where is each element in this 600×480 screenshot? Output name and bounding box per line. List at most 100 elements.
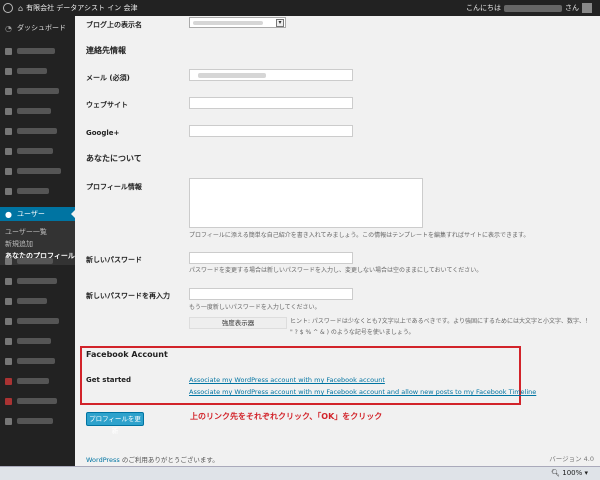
sidebar-item-label: ダッシュボード [16,24,66,32]
admin-bar: ⌂ 有限会社 データアシスト イン 会津 こんにちは さん [0,0,600,16]
site-name-link[interactable]: 有限会社 データアシスト イン 会津 [26,3,137,13]
submenu-add-new[interactable]: 新規追加 [5,239,33,249]
zoom-control[interactable]: 🔍︎ 100% ▾ [551,469,588,477]
redacted-label [17,278,57,284]
menu-icon [5,417,12,425]
bio-textarea[interactable] [189,178,423,228]
redacted-label [17,88,59,94]
zoom-level: 100% [562,469,583,477]
howdy-text: こんにちは [466,4,501,12]
password-hint-line1: ヒント: パスワードは少なくとも7文字以上であるべきです。より強固にするためには… [290,318,592,325]
facebook-associate-timeline-link[interactable]: Associate my WordPress account with my F… [189,388,536,396]
sidebar-item-redacted[interactable] [0,274,75,288]
sidebar-item-redacted[interactable] [0,164,75,178]
googleplus-field[interactable] [189,125,353,137]
facebook-account-title: Facebook Account [86,350,168,359]
menu-icon [5,277,12,285]
redacted-label [17,338,51,344]
facebook-associate-link[interactable]: Associate my WordPress account with my F… [189,376,385,384]
repeat-password-label: 新しいパスワードを再入力 [86,292,170,300]
display-name-select[interactable]: ▾ [189,17,286,28]
sidebar-item-redacted[interactable] [0,254,75,268]
password-hint-line2: " ? $ % ^ & ) のような記号を使いましょう。 [290,329,415,336]
howdy-suffix: さん [565,4,579,12]
email-field[interactable] [189,69,353,81]
submenu-all-users[interactable]: ユーザー一覧 [5,227,47,237]
menu-icon [5,397,12,405]
menu-icon [5,257,12,265]
instruction-annotation: 上のリンク先をそれぞれクリック、「OK」をクリック [190,412,383,421]
admin-sidebar: ◔ ダッシュボード ● ユーザー ユーザー一覧 新規追加 あなたのプロフィール [0,16,75,466]
display-name-label: ブログ上の表示名 [86,21,142,29]
browser-status-bar: 🔍︎ 100% ▾ [0,466,600,480]
redacted-label [17,188,49,194]
sidebar-item-redacted[interactable] [0,314,75,328]
sidebar-item-users[interactable]: ● ユーザー [0,207,75,221]
sidebar-item-redacted[interactable] [0,294,75,308]
chevron-down-icon: ▾ [276,19,284,27]
email-label: メール (必須) [86,74,130,82]
menu-icon [5,147,12,155]
sidebar-item-redacted[interactable] [0,124,75,138]
sidebar-item-redacted[interactable] [0,354,75,368]
about-title: あなたについて [86,154,142,163]
menu-icon [5,87,12,95]
sidebar-item-redacted[interactable] [0,104,75,118]
sidebar-item-redacted[interactable] [0,184,75,198]
googleplus-label: Google+ [86,129,120,137]
redacted-label [17,108,51,114]
sidebar-item-redacted[interactable] [0,84,75,98]
version-text: バージョン 4.0 [549,455,594,463]
menu-icon [5,187,12,195]
wordpress-link[interactable]: WordPress [86,456,120,464]
redacted-label [17,298,47,304]
menu-icon [5,357,12,365]
footer-credit: WordPress のご利用ありがとうございます。 [86,454,219,464]
sidebar-item-redacted[interactable] [0,334,75,348]
menu-icon [5,317,12,325]
menu-icon [5,337,12,345]
redacted-label [17,378,49,384]
website-field[interactable] [189,97,353,109]
redacted-label [17,418,53,424]
sidebar-item-redacted[interactable] [0,414,75,428]
sidebar-item-dashboard[interactable]: ◔ ダッシュボード [0,21,75,35]
repeat-password-field[interactable] [189,288,353,300]
update-profile-button[interactable]: プロフィールを更新 [86,412,144,435]
redacted-label [17,128,57,134]
user-icon: ● [5,209,12,219]
account-menu[interactable]: こんにちは さん [466,0,592,16]
menu-icon [5,167,12,175]
sidebar-item-redacted[interactable] [0,64,75,78]
dashboard-icon: ◔ [5,23,12,33]
wordpress-logo-icon[interactable] [0,0,16,16]
redacted-label [17,318,59,324]
sidebar-item-redacted[interactable] [0,374,75,388]
menu-icon [5,107,12,115]
redacted-label [17,48,55,54]
avatar[interactable] [582,3,592,13]
menu-icon [5,377,12,385]
zoom-icon: 🔍︎ [551,469,560,477]
email-redacted [198,73,266,78]
sidebar-item-redacted[interactable] [0,394,75,408]
bio-label: プロフィール情報 [86,183,142,191]
sidebar-item-redacted[interactable] [0,144,75,158]
contact-info-title: 連絡先情報 [86,46,126,55]
new-password-field[interactable] [189,252,353,264]
sidebar-item-label: ユーザー [16,210,45,218]
sidebar-item-redacted[interactable] [0,44,75,58]
profile-content: ブログ上の表示名 ▾ 連絡先情報 メール (必須) ウェブサイト Google+… [75,16,600,466]
display-name-redacted [193,21,263,25]
menu-icon [5,127,12,135]
redacted-label [17,168,61,174]
home-icon[interactable]: ⌂ [18,4,23,13]
footer-thanks: のご利用ありがとうございます。 [119,456,219,464]
website-label: ウェブサイト [86,101,128,109]
new-password-description: パスワードを変更する場合は新しいパスワードを入力し、変更しない場合は空のままにし… [189,267,483,274]
redacted-label [17,358,55,364]
get-started-label: Get started [86,376,132,384]
menu-icon [5,67,12,75]
repeat-password-description: もう一度新しいパスワードを入力してください。 [189,304,321,311]
new-password-label: 新しいパスワード [86,256,142,264]
